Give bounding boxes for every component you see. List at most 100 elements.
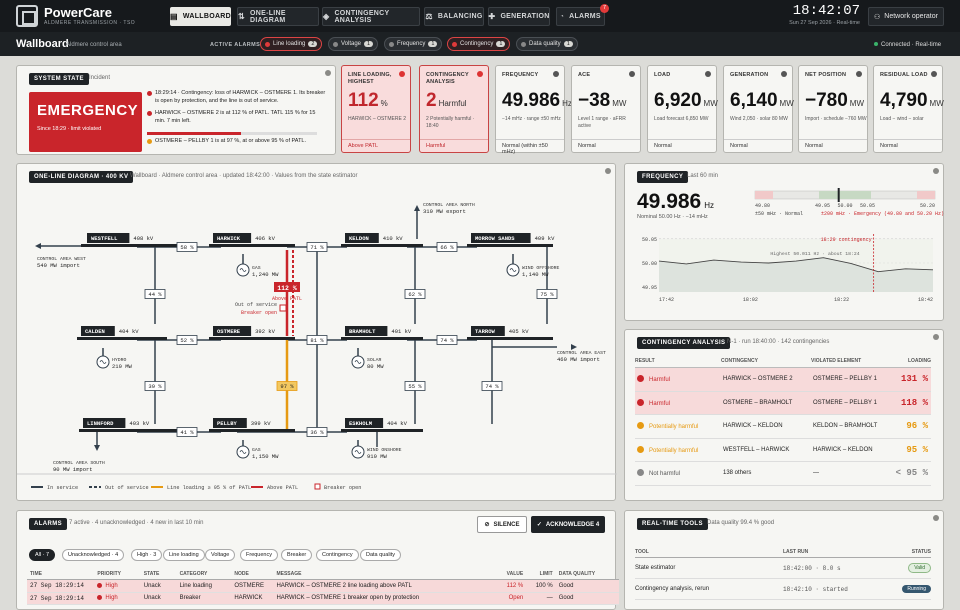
contingency-row[interactable]: Harmful OSTMERE – BRAMHOLT OSTMERE – PELLB… <box>635 391 931 415</box>
kpi-tile[interactable]: FREQUENCY 49.986 Hz −14 mHz · range ±50 mHz… <box>495 65 572 155</box>
kpi-sub: Load − wind − solar <box>880 116 924 122</box>
alarm-filter-chip[interactable]: High · 3 <box>131 549 163 561</box>
scale-icon: ⚖ <box>425 12 433 21</box>
kpi-sub: HARWICK – OSTMERE 2 <box>348 116 406 122</box>
kpi-tile[interactable]: LINE LOADING, HIGHEST 112% HARWICK – OSTME… <box>341 65 411 153</box>
col-loading: LOADING <box>891 356 931 368</box>
frequency-scale-tick: 50.00 <box>837 203 852 209</box>
bus-morrow-sands <box>467 244 553 247</box>
alarm-filter-chip[interactable]: Frequency <box>240 549 278 561</box>
alarm-priority: High <box>105 595 118 602</box>
page-subtitle: Aldmere control area <box>66 42 122 48</box>
tool-row[interactable]: State estimator 18:42:00 · 8.0 s Valid <box>635 557 931 579</box>
alarm-time: 27 Sep 18:29:14 <box>30 594 85 602</box>
border-flow: 540 MW import <box>37 262 80 269</box>
y-tick-label: 50.05 <box>642 237 657 243</box>
alarm-chip-line-loading[interactable]: Line loading 2 <box>260 37 323 51</box>
col-status: STATUS <box>883 547 931 558</box>
nav-contingency-analysis[interactable]: ◈ CONTINGENCY ANALYSIS <box>322 7 420 26</box>
result-status-icon <box>637 445 644 453</box>
alarm-filter-chip[interactable]: All · 7 <box>29 549 56 561</box>
operator-label: Network operator <box>884 13 938 20</box>
alarm-filter-chip[interactable]: Unacknowledged · 4 <box>62 549 125 561</box>
connection-status: Connected · Real-time <box>874 42 941 48</box>
generator-output: 1,140 MW <box>522 271 549 278</box>
alarm-filter-chip[interactable]: Data quality <box>360 549 402 561</box>
bus-keldon <box>341 244 423 247</box>
tool-last-run: 18:42:10 · started <box>783 578 883 600</box>
nav-label: ALARMS <box>569 13 601 20</box>
chip-count: 1 <box>496 41 506 47</box>
alarm-chip-voltage[interactable]: Voltage 1 <box>328 37 379 51</box>
alarm-filter-chip[interactable]: Line loading <box>163 549 205 561</box>
line-loading-value: 75 % <box>540 291 554 298</box>
connection-label: Connected · Real-time <box>881 42 942 48</box>
highest-annotation: Highest 50.011 Hz · about 18:24 <box>770 251 859 257</box>
result-label: Potentially harmful <box>649 424 699 431</box>
kpi-tile[interactable]: GENERATION 6,140 MW Wind 2,050 · solar 80 M… <box>723 65 794 153</box>
col-contingency: CONTINGENCY <box>721 356 811 368</box>
kpi-tile[interactable]: CONTINGENCY ANALYSIS 2 Harmful 2 Potentiall… <box>419 65 489 153</box>
kpi-tile[interactable]: RESIDUAL LOAD 4,790 MW Load − wind − solar N… <box>873 65 944 153</box>
kpi-label: ACE <box>578 72 591 78</box>
alarm-column-header: VALUE <box>484 569 527 580</box>
kpi-tile[interactable]: NET POSITION −780 MW Import · schedule −760… <box>798 65 868 153</box>
contingency-name: HARWICK – OSTMERE 2 <box>721 367 811 392</box>
nav-alarms[interactable]: ◔ ALARMS <box>556 7 605 26</box>
contingency-name: HARWICK – KELDON <box>721 414 811 439</box>
contingency-row[interactable]: Potentially harmful HARWICK – KELDON KELDO… <box>635 414 931 439</box>
alarm-chip-data-quality[interactable]: Data quality 1 <box>516 37 578 51</box>
kpi-tile[interactable]: LOAD 6,920 MW Load forecast 6,850 MW Normal <box>647 65 718 153</box>
alarm-chip-contingency[interactable]: Contingency 1 <box>447 37 511 51</box>
alarm-chip-frequency[interactable]: Frequency 1 <box>384 37 443 51</box>
nav-balancing[interactable]: ⚖ BALANCING <box>424 7 484 26</box>
alarm-state: Unack <box>143 582 161 589</box>
bus-name: BRAMHOLT <box>349 328 376 335</box>
tool-status-badge: Running <box>902 585 931 593</box>
kpi-value: −38 <box>578 90 611 111</box>
kpi-status: Harmful <box>420 139 488 152</box>
alarm-filter-chip[interactable]: Contingency <box>316 549 359 561</box>
tool-row[interactable]: Contingency analysis, rerun 18:42:10 · st… <box>635 578 931 600</box>
status-dot <box>521 41 526 47</box>
nav-wallboard[interactable]: ▤ WALLBOARD <box>170 7 231 26</box>
line-loading-value: 66 % <box>440 244 454 251</box>
kpi-sub: Level 1 range · aFRR active <box>578 116 626 129</box>
contingency-panel: CONTINGENCY ANALYSIS N-1 · run 18:40:00 … <box>624 329 944 501</box>
line-loading-value: 71 % <box>310 244 324 251</box>
bus-voltage: 403 kV <box>129 420 150 427</box>
alarm-row[interactable]: 27 Sep 18:29:14 High Unack Breaker HARWICK HA… <box>27 592 619 605</box>
alarm-row[interactable]: 27 Sep 18:29:14 High Unack Line loading OSTM… <box>27 579 619 593</box>
x-tick-label: 18:22 <box>834 297 849 303</box>
kpi-value: 6,920 <box>654 90 702 111</box>
alarm-cell-category: Line loading <box>176 579 232 593</box>
silence-button[interactable]: ⊘ SILENCE <box>477 516 527 533</box>
chip-count: 1 <box>563 41 573 47</box>
nav-one-line-diagram[interactable]: ⇅ ONE-LINE DIAGRAM <box>237 7 319 26</box>
col-tool: TOOL <box>635 547 783 558</box>
tools-meta: Data quality 99.4 % good <box>707 520 775 526</box>
contingency-row[interactable]: Harmful HARWICK – OSTMERE 2 OSTMERE – PELL… <box>635 367 931 392</box>
system-state-tab[interactable]: Incident <box>89 75 110 81</box>
sub-bar: Wallboard Aldmere control area ACTIVE AL… <box>0 32 960 56</box>
contingency-row[interactable]: Not harmful 138 others — < 95 % <box>635 461 931 486</box>
alarm-category: Breaker <box>179 595 201 602</box>
contingency-row[interactable]: Potentially harmful WESTFELL – HARWICK HAR… <box>635 438 931 462</box>
alarm-cell-node: OSTMERE <box>231 579 274 593</box>
alarm-cell-dq: Good <box>555 579 619 593</box>
kpi-indicator-dot <box>399 71 405 77</box>
x-tick-label: 17:42 <box>659 297 674 303</box>
operator-menu[interactable]: ⚇ Network operator <box>868 7 944 26</box>
bus-voltage: 406 kV <box>255 235 276 242</box>
kpi-tile[interactable]: ACE −38 MW Level 1 range · aFRR active Norma… <box>571 65 641 153</box>
nav-generation[interactable]: ✚ GENERATION <box>488 7 550 26</box>
alarm-filter-chip[interactable]: Voltage <box>205 549 236 561</box>
contingency-result: Harmful <box>635 391 721 415</box>
acknowledge-button[interactable]: ✓ ACKNOWLEDGE 4 <box>531 516 605 533</box>
alarm-filter-chip[interactable]: Breaker <box>281 549 313 561</box>
kpi-status: Normal <box>648 139 716 152</box>
bus-name: ESKHOLM <box>349 420 373 427</box>
kpi-indicator-dot <box>477 71 483 77</box>
alarms-meta: 7 active · 4 unacknowledged · 4 new in l… <box>69 520 204 526</box>
contingency-loading: 131 % <box>891 367 931 392</box>
